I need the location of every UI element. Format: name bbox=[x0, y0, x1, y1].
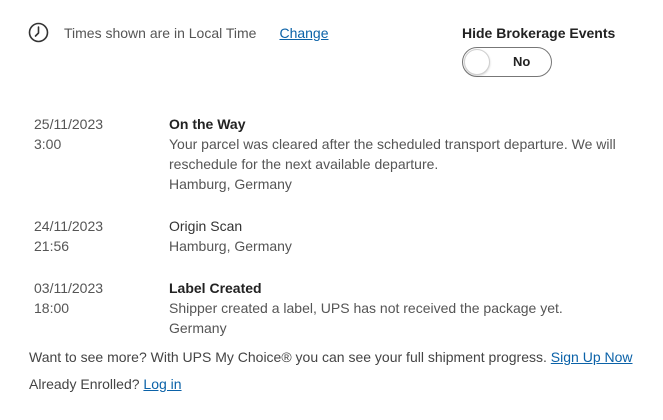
tracking-events-list: 25/11/2023 3:00 On the Way Your parcel was … bbox=[34, 114, 634, 338]
toggle-value: No bbox=[513, 54, 531, 69]
sign-up-link[interactable]: Sign Up Now bbox=[551, 349, 633, 365]
event-time: 21:56 bbox=[34, 238, 70, 254]
timezone-row: Times shown are in Local Time Change bbox=[28, 22, 329, 43]
event-location: Hamburg, Germany bbox=[169, 176, 292, 192]
event-datetime: 03/11/2023 18:00 bbox=[34, 278, 169, 338]
event-location: Germany bbox=[169, 320, 227, 336]
brokerage-toggle-group: Hide Brokerage Events No bbox=[462, 25, 616, 77]
event-datetime: 25/11/2023 3:00 bbox=[34, 114, 169, 194]
enrolled-line: Already Enrolled? Log in bbox=[29, 374, 182, 394]
toggle-knob[interactable] bbox=[464, 49, 490, 75]
event-detail: Origin Scan Hamburg, Germany bbox=[169, 216, 634, 256]
event-row: 03/11/2023 18:00 Label Created Shipper crea… bbox=[34, 278, 634, 338]
login-link[interactable]: Log in bbox=[143, 376, 181, 392]
event-date: 25/11/2023 bbox=[34, 116, 104, 132]
event-description: reschedule for the next available depart… bbox=[169, 156, 439, 172]
event-status: On the Way bbox=[169, 116, 246, 132]
clock-icon bbox=[28, 22, 49, 43]
hide-brokerage-toggle[interactable]: No bbox=[462, 47, 552, 77]
change-timezone-link[interactable]: Change bbox=[279, 25, 328, 41]
event-detail: Label Created Shipper created a label, UP… bbox=[169, 278, 634, 338]
event-detail: On the Way Your parcel was cleared after … bbox=[169, 114, 634, 194]
event-datetime: 24/11/2023 21:56 bbox=[34, 216, 169, 256]
event-date: 03/11/2023 bbox=[34, 280, 104, 296]
event-description: Shipper created a label, UPS has not rec… bbox=[169, 300, 563, 316]
event-time: 3:00 bbox=[34, 136, 62, 152]
brokerage-label: Hide Brokerage Events bbox=[462, 25, 616, 41]
event-status: Origin Scan bbox=[169, 218, 243, 234]
enrolled-text: Already Enrolled? bbox=[29, 376, 140, 392]
event-row: 24/11/2023 21:56 Origin Scan Hamburg, Germa… bbox=[34, 216, 634, 256]
event-date: 24/11/2023 bbox=[34, 218, 104, 234]
event-description: Your parcel was cleared after the schedu… bbox=[169, 136, 616, 152]
event-time: 18:00 bbox=[34, 300, 70, 316]
promo-text: Want to see more? With UPS My Choice® yo… bbox=[29, 349, 547, 365]
event-status: Label Created bbox=[169, 280, 262, 296]
event-row: 25/11/2023 3:00 On the Way Your parcel was … bbox=[34, 114, 634, 194]
promo-line: Want to see more? With UPS My Choice® yo… bbox=[29, 347, 633, 367]
timezone-text: Times shown are in Local Time bbox=[64, 24, 257, 41]
event-location: Hamburg, Germany bbox=[169, 238, 292, 254]
